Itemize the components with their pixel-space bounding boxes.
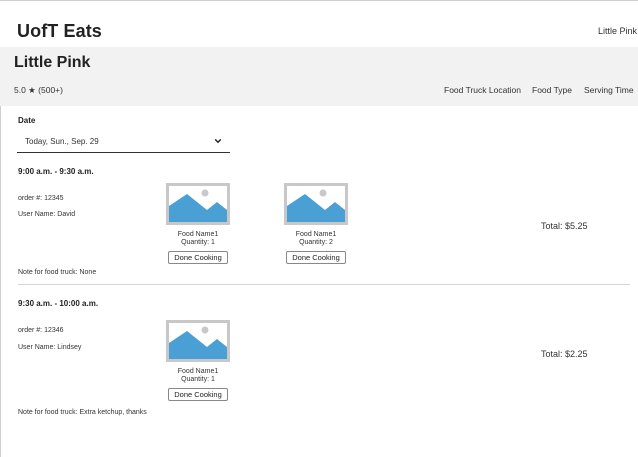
order-number: order #: 12346 [18, 327, 64, 334]
order-item: Food Name1 Quantity: 2 Done Cooking [276, 183, 356, 265]
nav-serving-time[interactable]: Serving Time [584, 85, 634, 95]
order-divider [18, 284, 630, 285]
done-cooking-button[interactable]: Done Cooking [168, 388, 228, 401]
item-name: Food Name1 [295, 231, 337, 238]
image-placeholder-icon [166, 320, 230, 362]
top-bar: UofT Eats Little Pink [0, 1, 638, 47]
chevron-down-icon [214, 138, 222, 144]
item-quantity: Quantity: 2 [299, 239, 333, 246]
order-number: order #: 12345 [18, 195, 64, 202]
time-slot-heading: 9:30 a.m. - 10:00 a.m. [18, 299, 99, 308]
done-cooking-button[interactable]: Done Cooking [168, 251, 228, 264]
image-placeholder-icon [166, 183, 230, 225]
nav-food-truck-location[interactable]: Food Truck Location [444, 85, 521, 95]
order-note: Note for food truck: Extra ketchup, than… [18, 409, 147, 416]
done-cooking-button[interactable]: Done Cooking [286, 251, 346, 264]
image-placeholder-icon [284, 183, 348, 225]
account-link[interactable]: Little Pink [598, 26, 637, 36]
date-dropdown[interactable]: Today, Sun., Sep. 29 [17, 130, 230, 153]
user-name: User Name: Lindsey [18, 344, 82, 351]
date-label: Date [18, 116, 36, 125]
item-quantity: Quantity: 1 [181, 239, 215, 246]
item-name: Food Name1 [177, 368, 219, 375]
time-slot-heading: 9:00 a.m. - 9:30 a.m. [18, 167, 94, 176]
order-item: Food Name1 Quantity: 1 Done Cooking [158, 320, 238, 402]
order-total: Total: $5.25 [541, 221, 588, 231]
app-title: UofT Eats [17, 21, 102, 41]
item-quantity: Quantity: 1 [181, 376, 215, 383]
order-note: Note for food truck: None [18, 269, 97, 276]
order-total: Total: $2.25 [541, 349, 588, 359]
date-dropdown-value: Today, Sun., Sep. 29 [25, 136, 99, 146]
truck-header: Little Pink 5.0 ★ (500+) Food Truck Loca… [0, 47, 638, 106]
item-name: Food Name1 [177, 231, 219, 238]
truck-name: Little Pink [14, 54, 91, 71]
user-name: User Name: David [18, 211, 76, 218]
nav-food-type[interactable]: Food Type [532, 85, 572, 95]
order-item: Food Name1 Quantity: 1 Done Cooking [158, 183, 238, 265]
truck-rating: 5.0 ★ (500+) [14, 85, 63, 95]
